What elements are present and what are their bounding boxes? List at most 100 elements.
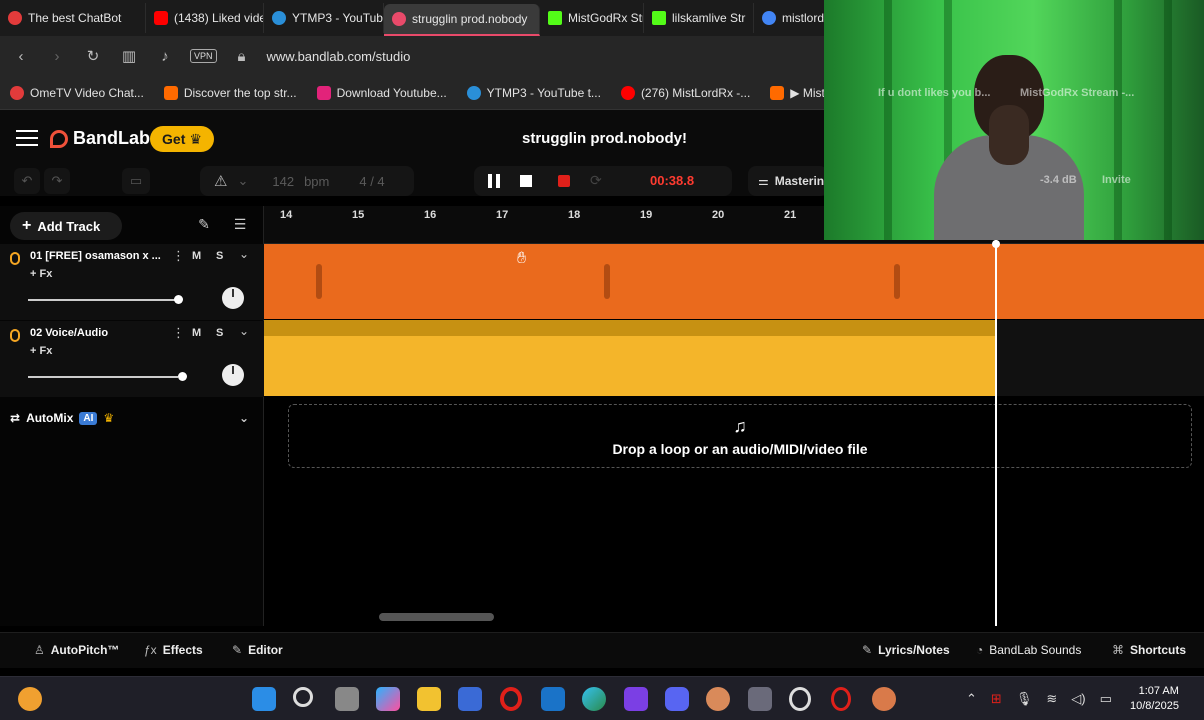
sliders-icon: ⚌ — [758, 174, 769, 188]
bookmark[interactable]: YTMP3 - YouTube t... — [457, 85, 611, 100]
browser-tab[interactable]: The best ChatBot — [0, 3, 146, 33]
solo-button[interactable]: S — [216, 327, 223, 339]
chevron-down-icon[interactable]: ⌄ — [239, 411, 249, 425]
windows-start-icon[interactable] — [252, 687, 276, 711]
automix-row[interactable]: ⇄ AutoMix AI ♛ ⌄ — [0, 406, 264, 430]
app-tray-icon[interactable]: ⊞ — [991, 691, 1002, 707]
mute-button[interactable]: M — [192, 250, 201, 262]
browser-tab-active[interactable]: strugglin prod.nobody — [384, 4, 540, 36]
app-icon[interactable] — [706, 687, 730, 711]
add-fx-button[interactable]: + Fx — [30, 345, 52, 357]
editor-button[interactable]: ✎ Editor — [232, 643, 283, 657]
copilot-icon[interactable] — [376, 687, 400, 711]
browser-tab[interactable]: lilskamlive Str — [644, 3, 754, 33]
more-options-icon[interactable]: ⋮ — [172, 248, 185, 264]
browser-tab[interactable]: YTMP3 - YouTube — [264, 3, 384, 33]
add-track-button[interactable]: + Add Track — [10, 212, 122, 240]
battery-icon[interactable]: ▭ — [1100, 691, 1112, 707]
track-name[interactable]: 02 Voice/Audio — [30, 327, 166, 339]
metronome-icon[interactable]: ⚠︎ — [214, 172, 227, 190]
save-button[interactable]: ▭ — [122, 168, 150, 194]
back-icon[interactable]: ‹ — [10, 48, 32, 65]
mute-button[interactable]: M — [192, 327, 201, 339]
volume-icon[interactable]: ◁) — [1071, 691, 1085, 707]
app-icon[interactable] — [872, 687, 896, 711]
opera-icon[interactable] — [500, 687, 522, 711]
pan-knob[interactable] — [222, 287, 244, 309]
pause-button[interactable] — [488, 174, 500, 188]
mastering-button[interactable]: ⚌ Mastering — [748, 166, 831, 196]
track-header[interactable]: 02 Voice/Audio ⋮ M S ⌄ + Fx — [0, 321, 264, 397]
redo-button[interactable]: ↷ — [44, 168, 70, 194]
chevron-up-icon[interactable]: ⌃ — [966, 691, 977, 707]
drop-zone[interactable]: ♫ Drop a loop or an audio/MIDI/video fil… — [288, 404, 1192, 468]
wifi-icon[interactable]: ≋ — [1046, 691, 1057, 707]
record-button[interactable] — [558, 175, 570, 187]
volume-slider-handle[interactable] — [174, 295, 183, 304]
undo-button[interactable]: ↶ — [14, 168, 40, 194]
effects-button[interactable]: ƒx Effects — [144, 643, 203, 657]
discord-icon[interactable] — [665, 687, 689, 711]
loop-icon[interactable]: ⟳ — [590, 172, 602, 189]
bandlab-sounds-button[interactable]: ◔ BandLab Sounds — [976, 643, 1081, 657]
bookmark[interactable]: Download Youtube... — [307, 85, 457, 100]
bookmark[interactable]: OmeTV Video Chat... — [0, 85, 154, 100]
stop-button[interactable] — [520, 175, 532, 187]
time-signature[interactable]: 4 / 4 — [359, 174, 384, 189]
obs-icon[interactable] — [789, 687, 811, 711]
mic-icon[interactable]: 🎙︎ — [1016, 691, 1033, 707]
snapshot-icon[interactable]: ▥ — [118, 47, 140, 65]
track-name[interactable]: 01 [FREE] osamason x ... — [30, 250, 166, 262]
chevron-down-icon[interactable]: ⌄ — [239, 247, 249, 261]
crown-icon: ♛ — [103, 411, 115, 425]
add-fx-button[interactable]: + Fx — [30, 268, 52, 280]
tune-icon[interactable]: ☰ — [230, 216, 250, 236]
playhead[interactable] — [992, 240, 1000, 626]
url-field[interactable]: www.bandlab.com/studio — [267, 49, 411, 64]
opera-gx-icon[interactable] — [831, 687, 851, 711]
volume-slider[interactable] — [28, 295, 183, 304]
reload-icon[interactable]: ↻ — [82, 47, 104, 65]
edge-icon[interactable] — [582, 687, 606, 711]
camera-icon[interactable] — [748, 687, 772, 711]
bookmark[interactable]: (276) MistLordRx -... — [611, 85, 760, 100]
tab-label: (1438) Liked video — [174, 11, 264, 25]
audio-clip-track-1[interactable] — [264, 244, 1204, 319]
tempo-control[interactable]: ⚠︎ ⌄ 142 bpm 4 / 4 — [200, 166, 414, 196]
menu-icon[interactable] — [16, 130, 38, 146]
autopitch-button[interactable]: ♙ AutoPitch™ — [34, 643, 119, 657]
search-icon[interactable] — [293, 687, 313, 707]
weather-icon[interactable] — [18, 687, 42, 711]
audio-clip-track-2[interactable] — [264, 320, 996, 396]
browser-tab[interactable]: (1438) Liked video — [146, 3, 264, 33]
horizontal-scrollbar[interactable] — [379, 613, 494, 621]
file-explorer-icon[interactable] — [417, 687, 441, 711]
chevron-down-icon[interactable]: ⌄ — [239, 324, 249, 338]
taskbar-clock[interactable]: 1:07 AM 10/8/2025 — [1130, 684, 1179, 714]
mic-icon[interactable]: ♪ — [154, 48, 176, 65]
pencil-tool-icon[interactable]: ✎ — [194, 216, 214, 236]
clipchamp-icon[interactable] — [624, 687, 648, 711]
pan-knob[interactable] — [222, 364, 244, 386]
browser-tab[interactable]: MistGodRx Str — [540, 3, 644, 33]
volume-slider[interactable] — [28, 372, 187, 381]
solo-button[interactable]: S — [216, 250, 223, 262]
task-view-icon[interactable] — [335, 687, 359, 711]
lyrics-notes-button[interactable]: ✎ Lyrics/Notes — [862, 643, 950, 657]
track-header[interactable]: 01 [FREE] osamason x ... ⋮ M S ⌄ + Fx — [0, 244, 264, 320]
track-2-lane[interactable] — [264, 320, 1204, 396]
forward-icon[interactable]: › — [46, 48, 68, 65]
more-options-icon[interactable]: ⋮ — [172, 325, 185, 341]
get-membership-button[interactable]: Get ♛ — [150, 126, 214, 152]
store-icon[interactable] — [458, 687, 482, 711]
volume-slider-handle[interactable] — [178, 372, 187, 381]
outlook-icon[interactable] — [541, 687, 565, 711]
tab-label: YTMP3 - YouTube — [292, 11, 384, 25]
chevron-down-icon[interactable]: ⌄ — [237, 173, 248, 189]
shortcuts-button[interactable]: ⌘ Shortcuts — [1112, 643, 1186, 657]
bandlab-logo[interactable]: BandLab — [50, 128, 150, 149]
tempo-value[interactable]: 142 — [272, 174, 294, 189]
bookmark[interactable]: Discover the top str... — [154, 85, 307, 100]
song-title[interactable]: strugglin prod.nobody! — [522, 130, 687, 147]
vpn-badge[interactable]: VPN — [190, 49, 217, 63]
